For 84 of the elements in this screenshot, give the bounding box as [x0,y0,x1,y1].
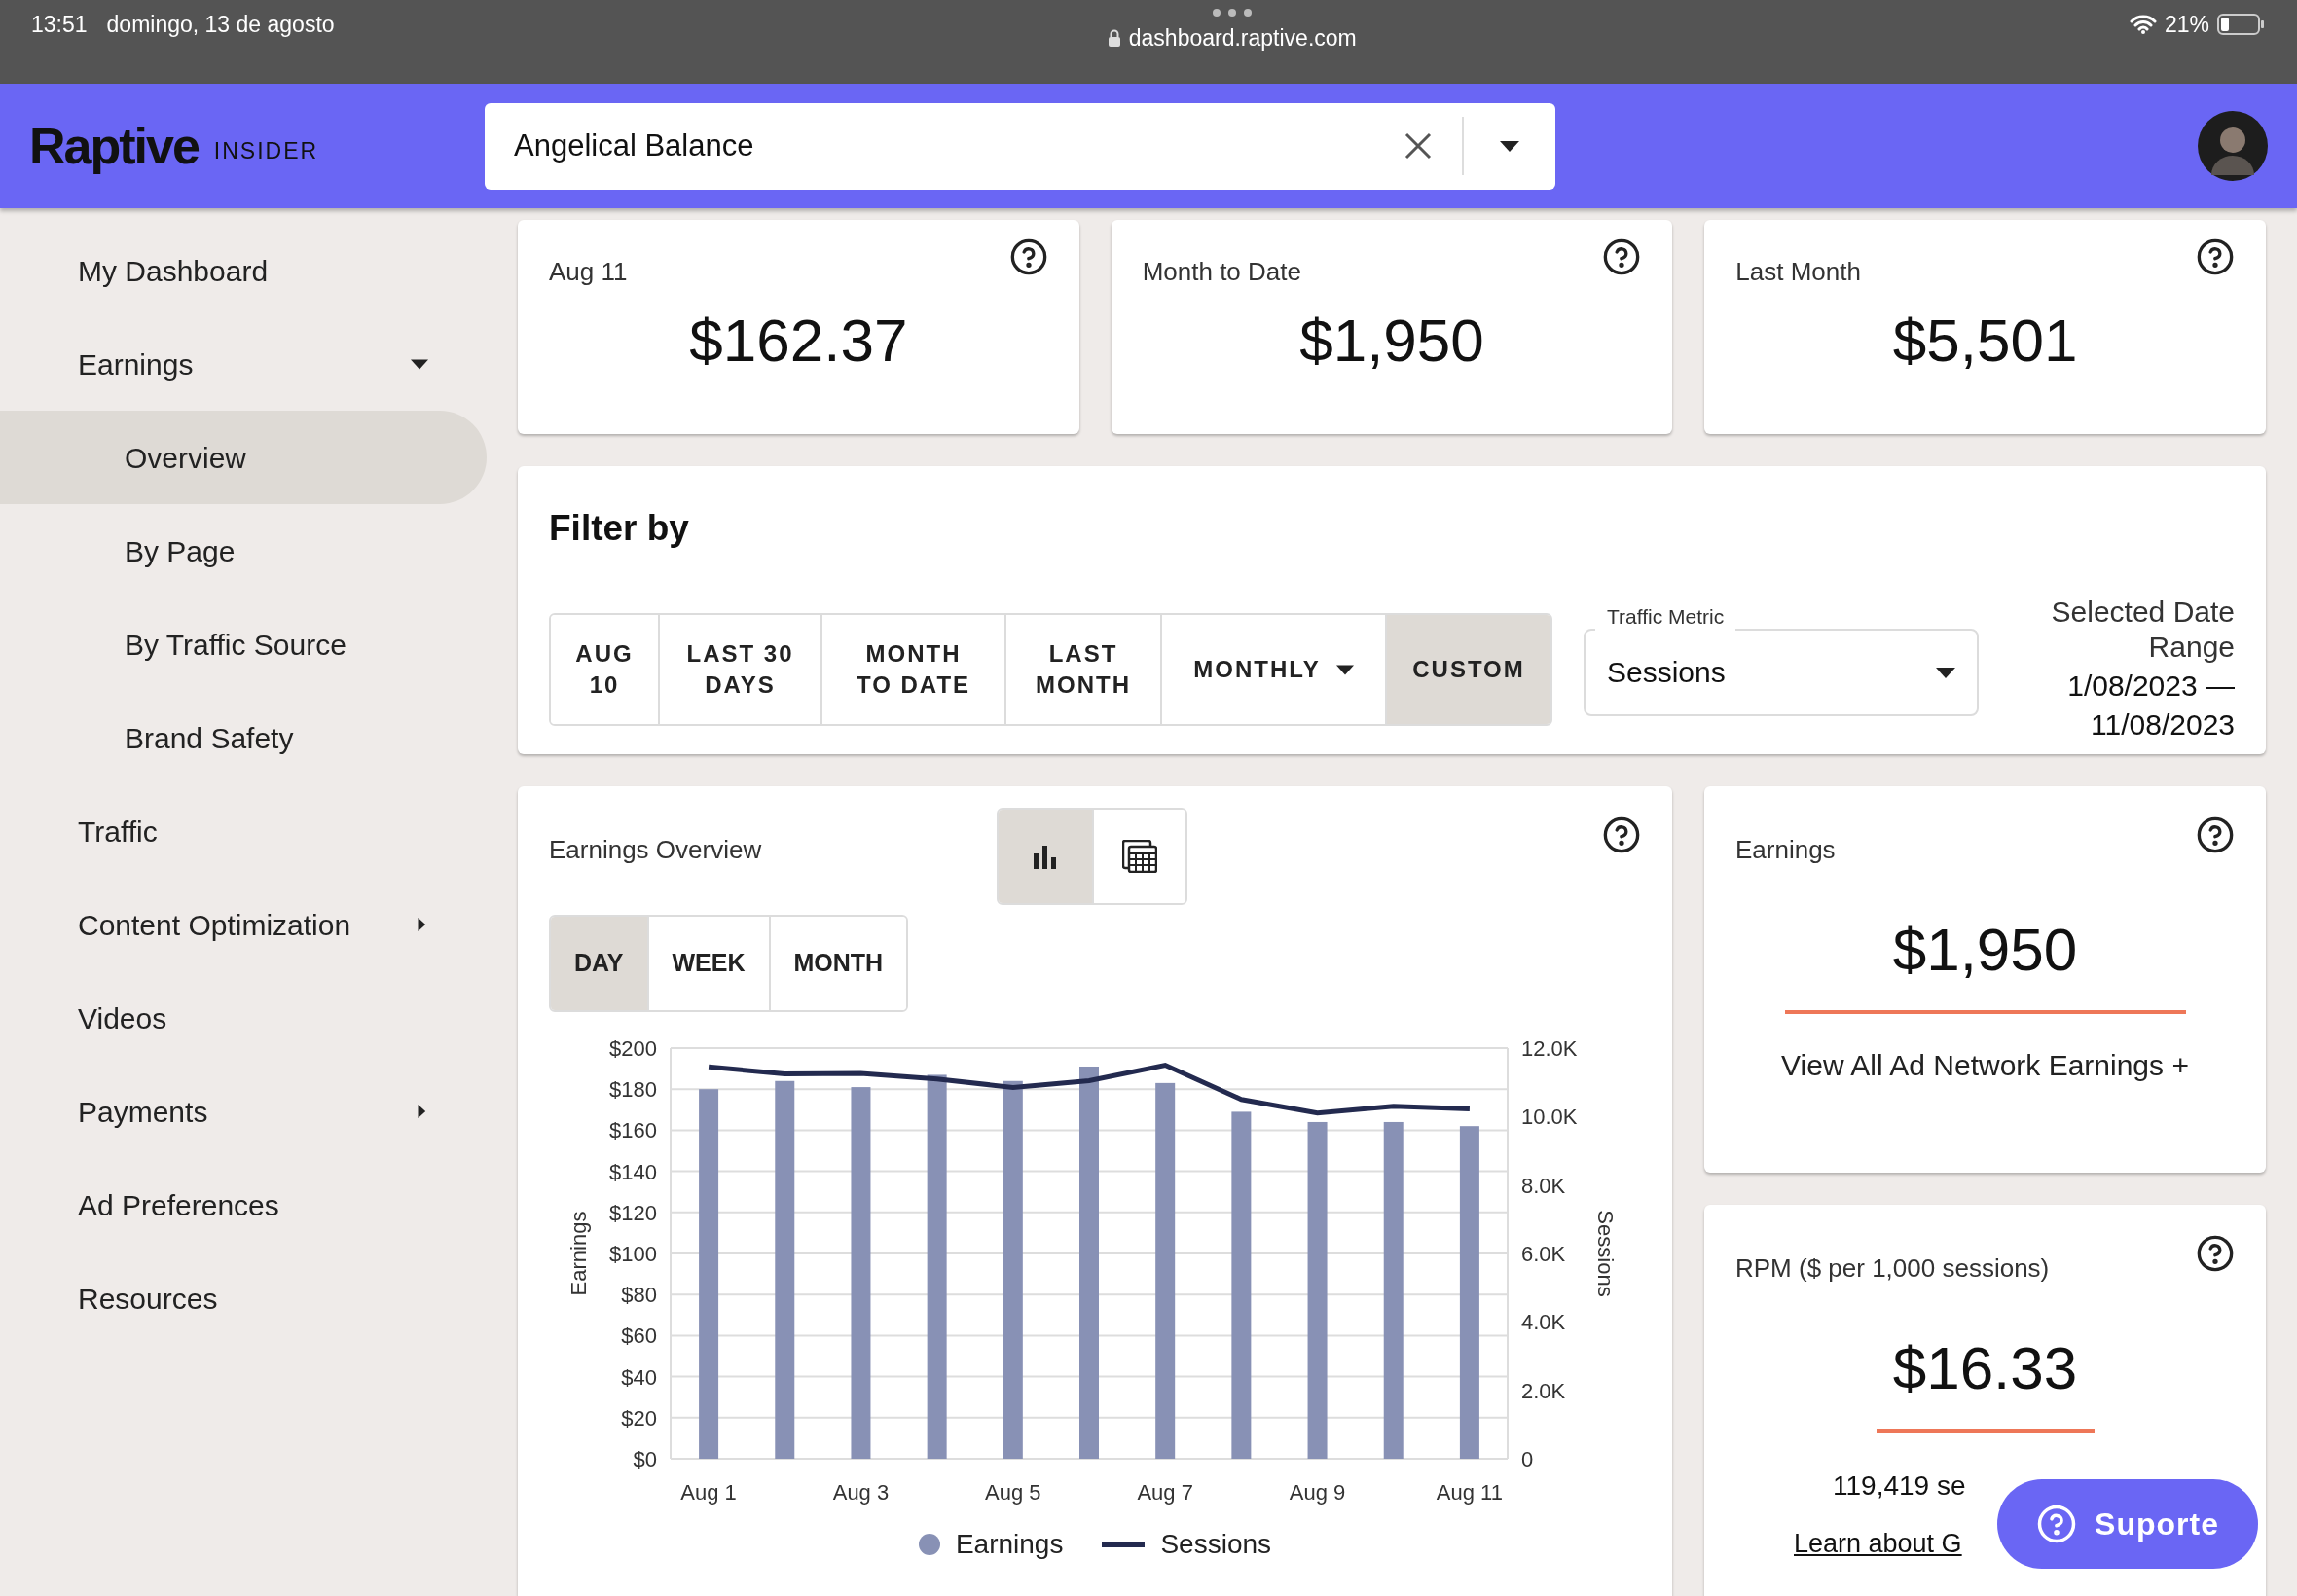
sidebar-item[interactable]: By Page [0,504,487,598]
date-range-label: Selected Date Range [2050,594,2235,665]
card-title: RPM ($ per 1,000 sessions) [1735,1252,2050,1285]
more-icon [1210,8,1254,18]
battery-text: 21% [2164,11,2209,39]
sessions-text: 119,419 se [1833,1469,1966,1503]
axis-tick-label: $160 [609,1118,657,1143]
stat-value: $1,950 [1298,306,1485,376]
sidebar-item[interactable]: Videos [0,971,487,1065]
period-tab[interactable]: DAY [551,917,647,1010]
axis-tick-label: $120 [609,1200,657,1225]
legend-label: Earnings [955,1528,1064,1561]
axis-title: Sessions [1593,1210,1618,1297]
table-view-button[interactable] [1092,810,1185,903]
sidebar-item[interactable]: Brand Safety [0,691,487,784]
card-title: Earnings [1735,834,1836,866]
axis-tick-label: Aug 5 [985,1480,1041,1505]
axis-tick-label: 0 [1521,1447,1534,1471]
wifi-icon [2129,15,2157,35]
close-icon[interactable] [1404,131,1433,161]
axis-tick-label: 8.0K [1521,1173,1566,1198]
status-date: domingo, 13 de agosto [106,11,335,39]
help-icon[interactable] [1008,237,1048,276]
sidebar-item[interactable]: Ad Preferences [0,1158,487,1251]
axis-tick-label: 4.0K [1521,1310,1566,1335]
help-icon [2036,1504,2078,1544]
axis-tick-label: $40 [621,1364,657,1390]
help-icon[interactable] [2196,1234,2235,1273]
help-icon[interactable] [2196,237,2235,276]
axis-title: Earnings [566,1211,591,1296]
table-icon [1122,840,1157,873]
battery-icon [2217,14,2266,36]
help-icon[interactable] [1602,816,1641,854]
legend-label: Sessions [1160,1528,1272,1561]
stat-label: Last Month [1735,256,1861,288]
chart-view-button[interactable] [999,810,1092,903]
axis-tick-label: 6.0K [1521,1242,1566,1266]
period-tab[interactable]: MONTH [768,917,907,1010]
axis-tick-label: $100 [609,1242,657,1266]
stat-label: Month to Date [1142,256,1301,288]
help-icon[interactable] [1602,237,1642,276]
axis-tick-label: 12.0K [1521,1036,1578,1061]
traffic-metric-select[interactable]: Sessions [1584,628,1979,716]
earnings-value: $1,950 [1892,915,2078,985]
help-icon[interactable] [2196,816,2235,854]
url-text[interactable]: dashboard.raptive.com [1128,21,1357,55]
axis-tick-label: Aug 11 [1436,1480,1503,1505]
axis-tick-label: $0 [633,1447,657,1471]
avatar[interactable] [2198,111,2268,181]
axis-tick-label: $80 [621,1283,657,1308]
stat-label: Aug 11 [549,256,628,288]
sidebar-item[interactable]: Payments [0,1065,487,1158]
logo-tag: INSIDER [213,133,319,167]
card-title: Earnings Overview [549,834,763,866]
axis-tick-label: $200 [609,1036,657,1061]
axis-tick-label: 2.0K [1521,1378,1566,1403]
axis-tick-label: Aug 7 [1137,1480,1193,1505]
sidebar-item[interactable]: Traffic [0,784,487,878]
axis-tick-label: $140 [609,1159,657,1184]
lock-icon [1107,29,1121,48]
sidebar-item[interactable]: Resources [0,1251,487,1345]
support-button[interactable]: Suporte [1997,1479,2258,1569]
sidebar-item[interactable]: Earnings [0,317,487,411]
axis-tick-label: Aug 1 [680,1480,737,1505]
axis-tick-label: $20 [621,1405,657,1431]
sidebar-item[interactable]: My Dashboard [0,224,487,317]
sidebar-item[interactable]: Overview [0,411,487,504]
learn-link[interactable]: Learn about G [1794,1524,1962,1564]
axis-tick-label: 10.0K [1521,1105,1578,1130]
search-field[interactable]: Angelical Balance [485,102,1555,190]
stat-value: $5,501 [1891,306,2079,376]
sidebar-item[interactable]: By Traffic Source [0,598,487,691]
axis-tick-label: $180 [609,1077,657,1103]
earnings-link[interactable]: View All Ad Network Earnings + [1781,1043,2189,1087]
axis-tick-label: Aug 9 [1289,1480,1346,1505]
axis-tick-label: Aug 3 [832,1480,890,1505]
date-range-value: 1/08/2023 — 11/08/2023 [2066,668,2235,743]
filter-title: Filter by [549,507,690,550]
rpm-value: $16.33 [1892,1333,2078,1403]
stat-value: $162.37 [688,306,909,376]
axis-tick-label: $60 [621,1324,657,1349]
sidebar-item[interactable]: Content Optimization [0,878,487,971]
status-time: 13:51 [31,11,88,39]
range-button[interactable]: CUSTOM [1385,614,1550,724]
